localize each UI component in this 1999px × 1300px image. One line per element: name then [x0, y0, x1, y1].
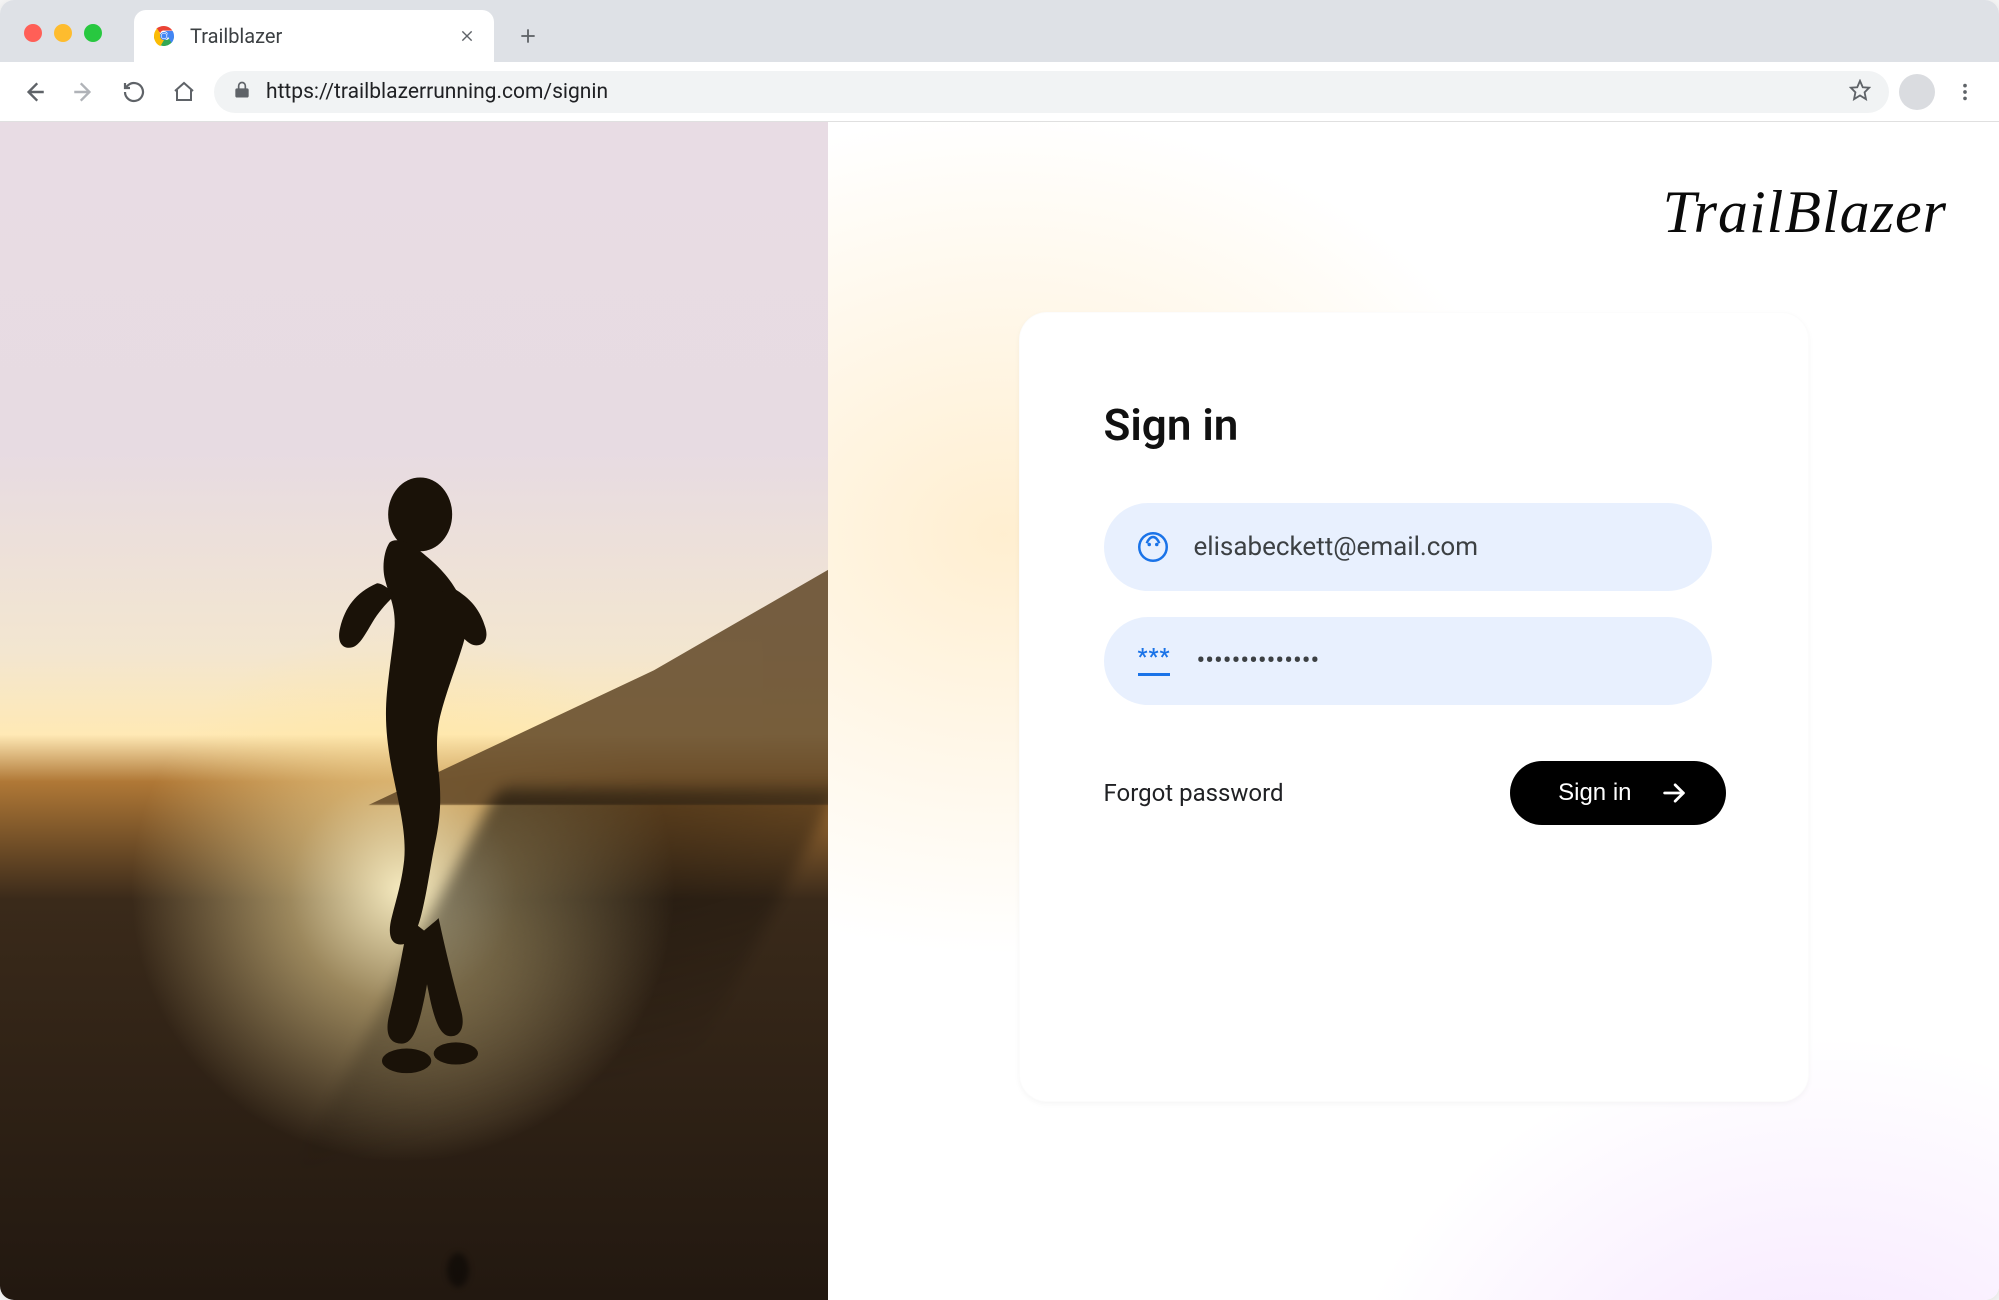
window-maximize-button[interactable]: [84, 24, 102, 42]
password-input[interactable]: [1196, 646, 1677, 676]
back-button[interactable]: [14, 72, 54, 112]
signin-button-label: Sign in: [1558, 779, 1631, 807]
lock-icon: [232, 80, 252, 104]
signin-panel: TrailBlazer Sign in: [828, 122, 1999, 1300]
hero-image: [0, 122, 828, 1300]
tab-title: Trailblazer: [190, 24, 458, 48]
reload-button[interactable]: [114, 72, 154, 112]
window-close-button[interactable]: [24, 24, 42, 42]
signin-heading: Sign in: [1104, 399, 1724, 451]
signin-card: Sign in ***: [1019, 312, 1809, 1102]
tab-strip: Trailblazer: [0, 0, 1999, 62]
password-field-wrapper: ***: [1104, 617, 1712, 705]
signin-actions: Forgot password Sign in: [1104, 761, 1726, 825]
person-icon: [1138, 532, 1168, 562]
brand-logo: TrailBlazer: [1663, 178, 1947, 247]
arrow-right-icon: [1660, 779, 1688, 807]
browser-window: Trailblazer: [0, 0, 1999, 1300]
browser-menu-button[interactable]: [1945, 72, 1985, 112]
window-minimize-button[interactable]: [54, 24, 72, 42]
email-field-wrapper: [1104, 503, 1712, 591]
email-input[interactable]: [1194, 532, 1678, 562]
address-bar[interactable]: https://trailblazerrunning.com/signin: [214, 71, 1889, 113]
bookmark-star-icon[interactable]: [1849, 79, 1871, 105]
browser-toolbar: https://trailblazerrunning.com/signin: [0, 62, 1999, 122]
browser-tab[interactable]: Trailblazer: [134, 10, 494, 62]
password-icon: ***: [1138, 647, 1171, 676]
favicon-icon: [152, 24, 176, 48]
home-button[interactable]: [164, 72, 204, 112]
tab-close-button[interactable]: [458, 27, 476, 45]
window-controls: [24, 24, 102, 42]
forgot-password-link[interactable]: Forgot password: [1104, 779, 1284, 807]
signin-button[interactable]: Sign in: [1510, 761, 1725, 825]
runner-silhouette: [284, 475, 544, 1115]
profile-avatar[interactable]: [1899, 74, 1935, 110]
page-content: TrailBlazer Sign in: [0, 122, 1999, 1300]
new-tab-button[interactable]: [508, 16, 548, 56]
url-text: https://trailblazerrunning.com/signin: [266, 80, 1835, 104]
forward-button[interactable]: [64, 72, 104, 112]
